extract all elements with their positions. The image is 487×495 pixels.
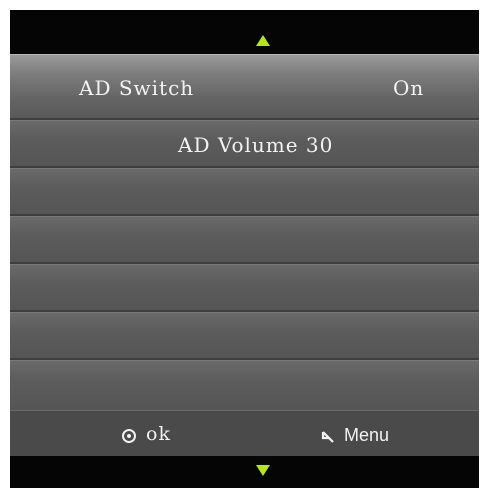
scroll-down-arrow-icon[interactable] — [256, 465, 270, 476]
menu-item-empty — [10, 264, 479, 310]
button-hint-bar: ok Menu — [10, 410, 479, 457]
menu-item-value: On — [393, 76, 425, 100]
ok-hint-label: ok — [146, 423, 171, 445]
bottom-scroll-bar — [10, 456, 479, 488]
menu-item-label: AD Switch — [79, 76, 195, 100]
menu-hint-label: Menu — [344, 425, 390, 445]
menu-item-ad-switch[interactable]: AD Switch On — [10, 54, 479, 118]
menu-item-label: AD Volume 30 — [178, 133, 334, 157]
scroll-up-arrow-icon[interactable] — [256, 35, 270, 46]
return-arrow-icon[interactable] — [321, 430, 335, 444]
menu-item-empty — [10, 168, 479, 214]
menu-item-empty — [10, 312, 479, 358]
top-scroll-bar — [10, 10, 479, 54]
menu-item-ad-volume[interactable]: AD Volume 30 — [10, 120, 479, 166]
tv-menu-panel: AD Switch On AD Volume 30 ok Menu — [10, 10, 479, 488]
ok-circle-icon[interactable] — [122, 429, 136, 443]
menu-item-empty — [10, 360, 479, 410]
menu-item-empty — [10, 216, 479, 262]
